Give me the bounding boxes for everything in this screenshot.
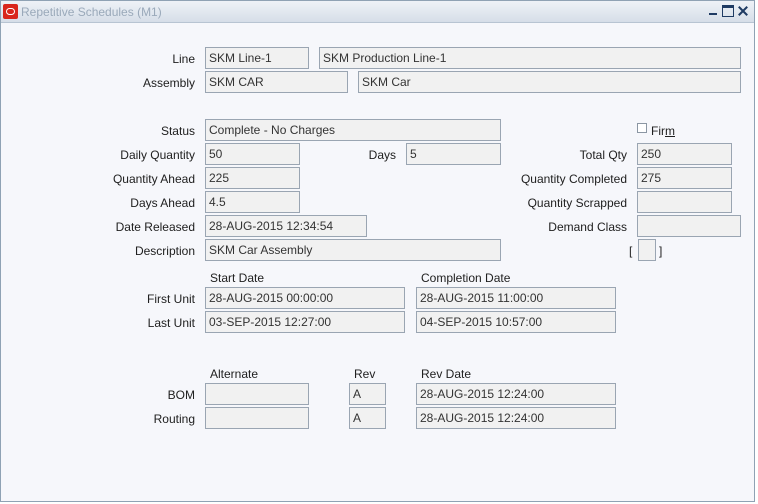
- last-unit-completion-field[interactable]: 04-SEP-2015 10:57:00: [416, 311, 616, 333]
- window-title: Repetitive Schedules (M1): [21, 5, 162, 19]
- daily-quantity-label: Daily Quantity: [120, 148, 195, 162]
- quantity-completed-label: Quantity Completed: [520, 172, 627, 186]
- last-unit-label: Last Unit: [147, 316, 195, 330]
- line-description-field[interactable]: SKM Production Line-1: [319, 47, 741, 69]
- status-field[interactable]: Complete - No Charges: [205, 119, 501, 141]
- flexfield-close-bracket: ]: [659, 244, 663, 258]
- quantity-ahead-field[interactable]: 225: [205, 167, 300, 189]
- descriptive-flexfield[interactable]: [638, 239, 656, 261]
- days-label: Days: [368, 148, 396, 162]
- total-qty-field[interactable]: 250: [637, 143, 732, 165]
- daily-quantity-field[interactable]: 50: [205, 143, 300, 165]
- rev-header: Rev: [354, 367, 376, 381]
- line-label: Line: [172, 52, 195, 66]
- first-unit-completion-field[interactable]: 28-AUG-2015 11:00:00: [416, 287, 616, 309]
- firm-label: Firm: [651, 124, 675, 138]
- routing-label: Routing: [153, 412, 195, 426]
- last-unit-start-field[interactable]: 03-SEP-2015 12:27:00: [205, 311, 405, 333]
- repetitive-schedules-window: Repetitive Schedules (M1) Line SKM Line-…: [0, 0, 755, 502]
- quantity-scrapped-label: Quantity Scrapped: [527, 196, 627, 210]
- minimize-icon[interactable]: [707, 5, 719, 17]
- bom-alternate-field[interactable]: [205, 383, 309, 405]
- demand-class-label: Demand Class: [548, 220, 627, 234]
- first-unit-start-field[interactable]: 28-AUG-2015 00:00:00: [205, 287, 405, 309]
- description-field[interactable]: SKM Car Assembly: [205, 239, 501, 261]
- routing-alternate-field[interactable]: [205, 407, 309, 429]
- description-label: Description: [134, 244, 195, 258]
- assembly-label: Assembly: [142, 76, 195, 90]
- date-released-field[interactable]: 28-AUG-2015 12:34:54: [205, 215, 367, 237]
- date-released-label: Date Released: [115, 220, 195, 234]
- line-code-field[interactable]: SKM Line-1: [205, 47, 309, 69]
- maximize-icon[interactable]: [722, 5, 734, 17]
- quantity-completed-field[interactable]: 275: [637, 167, 732, 189]
- assembly-code-field[interactable]: SKM CAR: [205, 71, 348, 93]
- assembly-description-field[interactable]: SKM Car: [358, 71, 741, 93]
- oracle-app-icon: [3, 4, 18, 19]
- title-bar[interactable]: Repetitive Schedules (M1): [1, 1, 754, 23]
- alternate-header: Alternate: [210, 367, 259, 381]
- firm-checkbox[interactable]: [637, 123, 647, 133]
- routing-rev-date-field[interactable]: 28-AUG-2015 12:24:00: [416, 407, 616, 429]
- days-field[interactable]: 5: [406, 143, 501, 165]
- completion-date-header: Completion Date: [421, 271, 511, 285]
- bom-rev-field[interactable]: A: [349, 383, 386, 405]
- bom-rev-date-field[interactable]: 28-AUG-2015 12:24:00: [416, 383, 616, 405]
- status-label: Status: [160, 124, 195, 138]
- close-icon[interactable]: [737, 5, 749, 17]
- flexfield-open-bracket: [: [629, 244, 633, 258]
- rev-date-header: Rev Date: [421, 367, 472, 381]
- quantity-scrapped-field[interactable]: [637, 191, 732, 213]
- routing-rev-field[interactable]: A: [349, 407, 386, 429]
- total-qty-label: Total Qty: [579, 148, 627, 162]
- days-ahead-field[interactable]: 4.5: [205, 191, 300, 213]
- bom-label: BOM: [167, 388, 195, 402]
- quantity-ahead-label: Quantity Ahead: [112, 172, 195, 186]
- first-unit-label: First Unit: [147, 292, 195, 306]
- demand-class-field[interactable]: [637, 215, 741, 237]
- days-ahead-label: Days Ahead: [130, 196, 195, 210]
- start-date-header: Start Date: [210, 271, 265, 285]
